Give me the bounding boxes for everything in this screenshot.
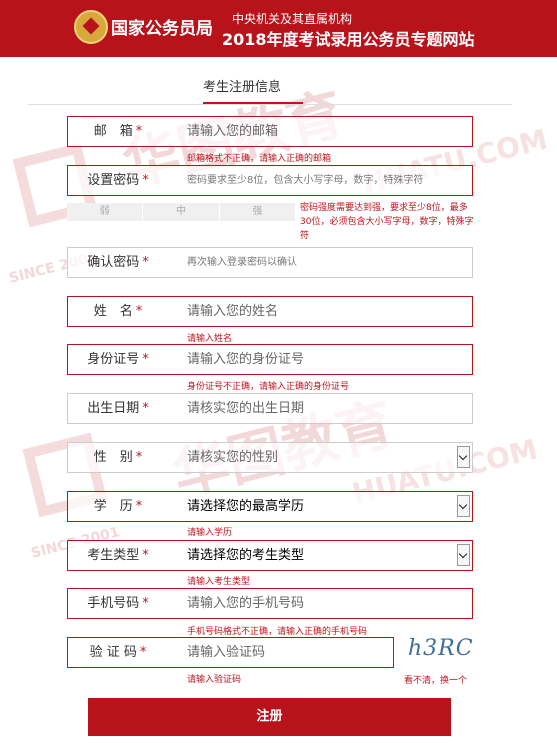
birth-date-field[interactable]: 出生日期 * 请核实您的出生日期 bbox=[67, 393, 473, 424]
phone-field[interactable]: 手机号码 * 请输入您的手机号码 bbox=[67, 588, 473, 619]
phone-label: 手机号码 * bbox=[87, 596, 149, 611]
birth-date-input[interactable]: 请核实您的出生日期 bbox=[187, 394, 304, 423]
national-emblem-icon bbox=[74, 10, 108, 44]
strength-medium: 中 bbox=[143, 203, 220, 221]
password-field[interactable]: 设置密码 * 密码要求至少8位，包含大小写字母，数字，特殊字符 bbox=[67, 165, 473, 196]
candidate-type-select[interactable]: 考生类型 * 请选择您的考生类型 bbox=[67, 540, 473, 571]
site-name: 国家公务员局 bbox=[111, 19, 213, 39]
captcha-input[interactable]: 请输入验证码 bbox=[187, 638, 265, 667]
gender-label: 性 别 * bbox=[93, 450, 143, 465]
captcha-image[interactable]: h3RC bbox=[408, 636, 474, 668]
register-button[interactable]: 注册 bbox=[88, 698, 451, 736]
email-label: 邮 箱 * bbox=[93, 124, 143, 139]
chevron-down-icon[interactable] bbox=[457, 544, 470, 566]
header-subtitle-top: 中央机关及其直属机构 bbox=[232, 12, 353, 26]
captcha-field[interactable]: 验 证 码 * 请输入验证码 bbox=[67, 637, 394, 668]
chevron-down-icon[interactable] bbox=[457, 495, 470, 517]
id-number-error: 身份证号不正确，请输入正确的身份证号 bbox=[187, 382, 350, 392]
confirm-password-input[interactable]: 再次输入登录密码以确认 bbox=[187, 248, 297, 277]
tab-active-indicator bbox=[203, 102, 303, 104]
confirm-password-label: 确认密码 * bbox=[87, 255, 149, 270]
tab-register-info[interactable]: 考生注册信息 bbox=[203, 76, 281, 95]
name-input[interactable]: 请输入您的姓名 bbox=[187, 297, 278, 326]
header-subtitle-main: 2018年度考试录用公务员专题网站 bbox=[222, 30, 475, 49]
birth-date-label: 出生日期 * bbox=[87, 401, 149, 416]
password-label: 设置密码 * bbox=[87, 173, 149, 188]
tab-divider bbox=[28, 104, 512, 105]
id-number-field[interactable]: 身份证号 * 请输入您的身份证号 bbox=[67, 344, 473, 375]
chevron-down-icon[interactable] bbox=[457, 446, 470, 468]
password-hint: 密码强度需要达到强，要求至少8位，最多30位，必须包含大小写字母，数字，特殊字符 bbox=[300, 203, 474, 241]
site-header: 国家公务员局 中央机关及其直属机构 2018年度考试录用公务员专题网站 bbox=[0, 0, 557, 57]
candidate-type-error: 请输入考生类型 bbox=[187, 577, 251, 587]
captcha-label: 验 证 码 * bbox=[89, 645, 147, 660]
confirm-password-field[interactable]: 确认密码 * 再次输入登录密码以确认 bbox=[67, 247, 473, 278]
name-error: 请输入姓名 bbox=[187, 334, 233, 344]
candidate-type-label: 考生类型 * bbox=[87, 548, 149, 563]
id-number-label: 身份证号 * bbox=[87, 352, 149, 367]
phone-input[interactable]: 请输入您的手机号码 bbox=[187, 589, 304, 618]
strength-strong: 强 bbox=[219, 203, 296, 221]
education-error: 请输入学历 bbox=[187, 528, 233, 538]
id-number-input[interactable]: 请输入您的身份证号 bbox=[187, 345, 304, 374]
email-field[interactable]: 邮 箱 * 请输入您的邮箱 bbox=[67, 116, 473, 147]
education-label: 学 历 * bbox=[93, 499, 143, 514]
education-select[interactable]: 学 历 * 请选择您的最高学历 bbox=[67, 491, 473, 522]
phone-error: 手机号码格式不正确，请输入正确的手机号码 bbox=[187, 627, 368, 637]
gender-select[interactable]: 性 别 * 请核实您的性别 bbox=[67, 442, 473, 473]
name-field[interactable]: 姓 名 * 请输入您的姓名 bbox=[67, 296, 473, 327]
captcha-error: 请输入验证码 bbox=[187, 675, 242, 685]
email-error: 邮箱格式不正确，请输入正确的邮箱 bbox=[187, 154, 332, 164]
email-input[interactable]: 请输入您的邮箱 bbox=[187, 117, 278, 146]
education-value: 请选择您的最高学历 bbox=[187, 499, 305, 514]
captcha-refresh-link[interactable]: 看不清，换一个 bbox=[404, 673, 467, 686]
name-label: 姓 名 * bbox=[93, 304, 143, 319]
gender-value: 请核实您的性别 bbox=[187, 450, 279, 465]
password-input[interactable]: 密码要求至少8位，包含大小写字母，数字，特殊字符 bbox=[187, 166, 423, 195]
password-strength-meter: 弱 中 强 bbox=[67, 203, 296, 221]
candidate-type-value: 请选择您的考生类型 bbox=[187, 548, 305, 563]
strength-weak: 弱 bbox=[67, 203, 144, 221]
